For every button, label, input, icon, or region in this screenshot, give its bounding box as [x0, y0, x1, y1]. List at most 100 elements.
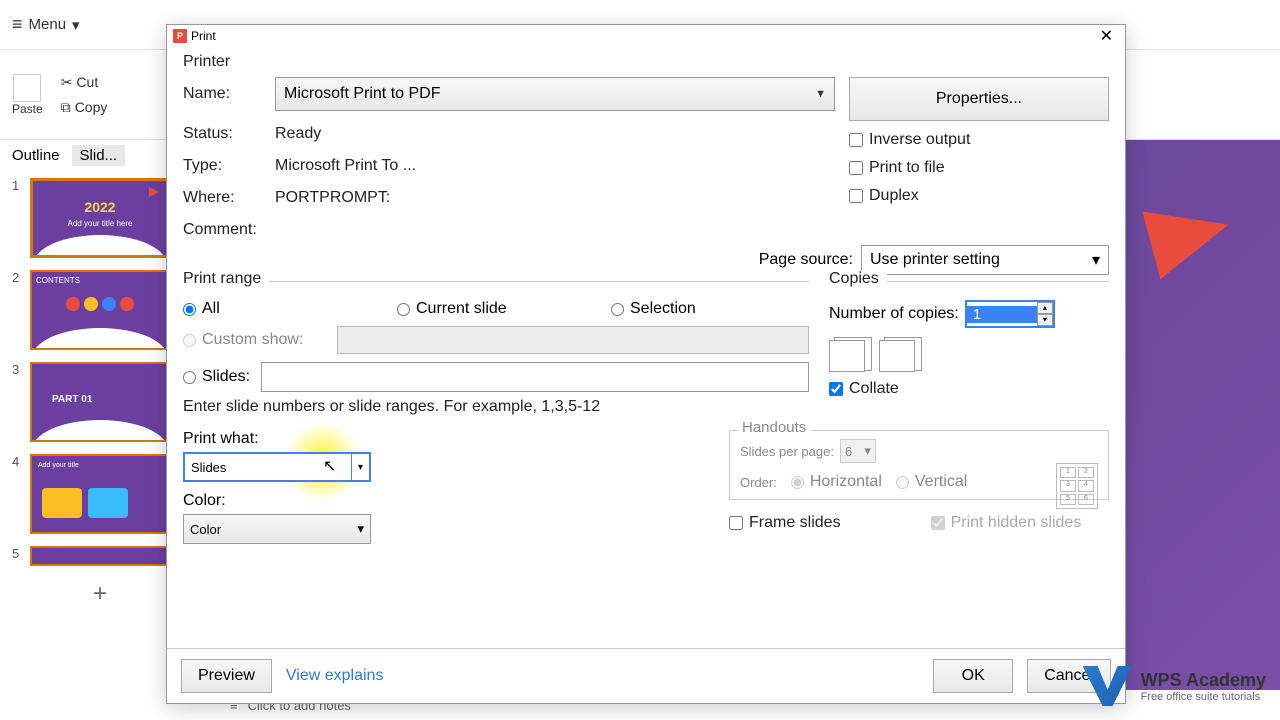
print-what-value: Slides [191, 460, 226, 475]
radio-vertical: Vertical [896, 473, 967, 491]
chevron-down-icon: ▾ [357, 521, 364, 537]
cell: 2 [1078, 467, 1094, 478]
page-source-row: Page source: Use printer setting ▾ [183, 245, 1109, 275]
tab-slides[interactable]: Slid... [72, 145, 126, 166]
order-label: Order: [740, 475, 777, 490]
tab-outline[interactable]: Outline [12, 147, 60, 164]
collate-checkbox[interactable]: Collate [829, 380, 1109, 398]
slide-thumb-3[interactable]: PART 01 [30, 362, 170, 442]
collate-icon-1 [829, 340, 865, 372]
cell: 6 [1078, 494, 1094, 505]
spinner[interactable]: ▴▾ [1037, 302, 1053, 326]
view-explains-link[interactable]: View explains [286, 667, 384, 685]
thumb-row[interactable]: 1 2022 Add your title here [12, 178, 188, 258]
slide-thumb-2[interactable]: CONTENTS [30, 270, 170, 350]
thumb-year: 2022 [84, 199, 115, 215]
wps-subtitle: Free office suite tutorials [1141, 691, 1266, 703]
thumb-number: 5 [12, 546, 24, 561]
slide-thumb-4[interactable]: Add your title [30, 454, 170, 534]
copies-section: Copies Number of copies: 1 ▴▾ Collate [829, 281, 1109, 416]
circles [36, 297, 164, 311]
radio[interactable] [397, 303, 410, 316]
where-value: PORTPROMPT: [275, 189, 835, 207]
radio-slides[interactable]: Slides: [183, 368, 253, 386]
radio-selection[interactable]: Selection [611, 300, 809, 318]
printer-name-select[interactable]: Microsoft Print to PDF ▼ [275, 77, 835, 111]
slides-per-page-row: Slides per page: 6 ▾ [740, 439, 1098, 463]
bottom-row: Print what: Slides ▾ ↖ Color: Color ▾ [183, 430, 1109, 544]
printer-section: Name: Microsoft Print to PDF ▼ Status: R… [183, 77, 1109, 239]
color-label: Color: [183, 492, 709, 510]
cut-button[interactable]: ✂ Cut [61, 74, 108, 91]
spp-value: 6 [845, 444, 852, 459]
color-value: Color [190, 522, 221, 537]
dialog-body: Printer Name: Microsoft Print to PDF ▼ S… [167, 47, 1125, 648]
ok-button[interactable]: OK [933, 659, 1013, 693]
selection-label: Selection [630, 300, 696, 318]
printer-options: Properties... Inverse output Print to fi… [849, 77, 1109, 239]
inverse-output-checkbox[interactable]: Inverse output [849, 131, 1109, 149]
print-to-file-checkbox[interactable]: Print to file [849, 159, 1109, 177]
radio-current[interactable]: Current slide [397, 300, 607, 318]
printer-heading: Printer [183, 53, 1109, 71]
range-hint: Enter slide numbers or slide ranges. For… [183, 398, 809, 416]
checkbox[interactable] [849, 189, 863, 203]
range-heading: Print range [183, 270, 269, 288]
thumb-title: CONTENTS [36, 276, 164, 285]
color-select[interactable]: Color ▾ [183, 514, 371, 544]
radio[interactable] [183, 371, 196, 384]
frame-slides-checkbox[interactable]: Frame slides [729, 514, 841, 532]
name-label: Name: [183, 85, 275, 103]
cards [42, 488, 128, 518]
hidden-label: Print hidden slides [951, 514, 1082, 532]
radio[interactable] [183, 303, 196, 316]
up-icon[interactable]: ▴ [1037, 302, 1053, 314]
print-to-file-label: Print to file [869, 159, 945, 177]
spp-select: 6 ▾ [840, 439, 876, 463]
custom-show-row: Custom show: [183, 326, 809, 354]
radio-all[interactable]: All [183, 300, 393, 318]
handouts-section: Handouts Slides per page: 6 ▾ Order: Hor… [729, 430, 1109, 500]
hidden-slides-checkbox: Print hidden slides [931, 514, 1082, 532]
thumb-row[interactable]: 3 PART 01 [12, 362, 188, 442]
thumb-row[interactable]: 4 Add your title [12, 454, 188, 534]
properties-button[interactable]: Properties... [849, 77, 1109, 121]
slides-input[interactable] [261, 362, 809, 392]
wps-logo-text: WPS Academy Free office suite tutorials [1141, 670, 1266, 703]
close-button[interactable]: ✕ [1094, 26, 1119, 46]
preview-button[interactable]: Preview [181, 659, 272, 693]
dialog-footer: Preview View explains OK Cancel [167, 648, 1125, 703]
thumb-number: 2 [12, 270, 24, 285]
page-source-select[interactable]: Use printer setting ▾ [861, 245, 1109, 275]
app-icon: P [173, 29, 187, 43]
checkbox[interactable] [729, 516, 743, 530]
checkbox[interactable] [849, 133, 863, 147]
mid-row: Print range All Current slide Selection … [183, 281, 1109, 416]
slide-thumb-5[interactable] [30, 546, 170, 566]
printer-name-value: Microsoft Print to PDF [284, 85, 440, 103]
frame-label: Frame slides [749, 514, 841, 532]
page-source-value: Use printer setting [870, 251, 1000, 269]
radio[interactable] [611, 303, 624, 316]
chevron-down-icon: ▾ [1092, 250, 1100, 270]
print-range-section: Print range All Current slide Selection … [183, 281, 809, 416]
thumb-row[interactable]: 2 CONTENTS [12, 270, 188, 350]
print-what-select[interactable]: Slides ▾ [183, 452, 371, 482]
paste-button[interactable]: Paste [12, 74, 43, 116]
copies-value: 1 [967, 306, 1037, 323]
menu-button[interactable]: ≡ Menu ▾ [12, 14, 80, 35]
slide-thumb-1[interactable]: 2022 Add your title here [30, 178, 170, 258]
thumb-row[interactable]: 5 [12, 546, 188, 566]
copy-button[interactable]: ⧉ Copy [61, 99, 108, 116]
paper-plane-icon [1142, 191, 1237, 279]
custom-label: Custom show: [202, 331, 303, 349]
copies-input[interactable]: 1 ▴▾ [965, 300, 1055, 328]
checkbox[interactable] [829, 382, 843, 396]
duplex-checkbox[interactable]: Duplex [849, 187, 1109, 205]
radio [896, 476, 909, 489]
cell: 4 [1078, 480, 1094, 491]
status-value: Ready [275, 125, 835, 143]
down-icon[interactable]: ▾ [1037, 314, 1053, 326]
thumb-number: 1 [12, 178, 24, 193]
checkbox[interactable] [849, 161, 863, 175]
